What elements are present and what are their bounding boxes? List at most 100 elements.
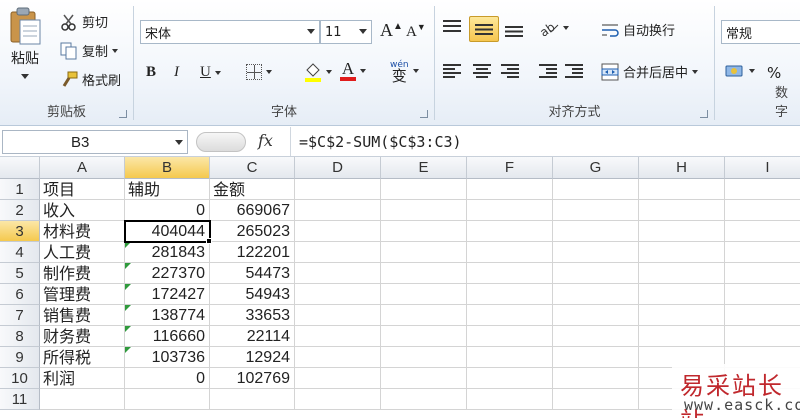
cell-f5[interactable] — [467, 263, 553, 284]
cell-b5[interactable]: 227370 — [125, 263, 210, 284]
cell-e6[interactable] — [381, 284, 467, 305]
dialog-launcher-icon[interactable] — [119, 110, 127, 118]
cell-c11[interactable] — [210, 389, 295, 410]
cell-b3[interactable]: 404044 — [125, 221, 210, 242]
insert-function-button[interactable]: fx — [258, 131, 273, 150]
cell-e9[interactable] — [381, 347, 467, 368]
cell-f4[interactable] — [467, 242, 553, 263]
cell-d1[interactable] — [295, 179, 381, 200]
cell-d8[interactable] — [295, 326, 381, 347]
cell-g9[interactable] — [553, 347, 639, 368]
cell-c10[interactable]: 102769 — [210, 368, 295, 389]
cell-a10[interactable]: 利润 — [40, 368, 125, 389]
cell-e10[interactable] — [381, 368, 467, 389]
cell-e4[interactable] — [381, 242, 467, 263]
merge-center-button[interactable]: 合并后居中 — [601, 62, 699, 81]
cell-g3[interactable] — [553, 221, 639, 242]
formula-input[interactable]: =$C$2-SUM($C$3:C3) — [290, 127, 800, 156]
fill-handle[interactable] — [206, 238, 212, 244]
borders-button[interactable] — [246, 64, 272, 80]
cell-d11[interactable] — [295, 389, 381, 410]
cell-d10[interactable] — [295, 368, 381, 389]
cell-c7[interactable]: 33653 — [210, 305, 295, 326]
cell-f3[interactable] — [467, 221, 553, 242]
align-top-button[interactable] — [443, 20, 461, 34]
cell-b2[interactable]: 0 — [125, 200, 210, 221]
shrink-font-button[interactable]: A▼ — [406, 22, 426, 41]
cell-e3[interactable] — [381, 221, 467, 242]
cell-d9[interactable] — [295, 347, 381, 368]
cell-f11[interactable] — [467, 389, 553, 410]
fill-color-button[interactable] — [304, 62, 332, 82]
number-format-select[interactable]: 常规 — [721, 20, 800, 44]
cell-b7[interactable]: 138774 — [125, 305, 210, 326]
row-header-7[interactable]: 7 — [0, 305, 40, 326]
column-header-f[interactable]: F — [467, 157, 553, 179]
row-header-6[interactable]: 6 — [0, 284, 40, 305]
cell-c6[interactable]: 54943 — [210, 284, 295, 305]
dialog-launcher-icon[interactable] — [420, 110, 428, 118]
cell-i4[interactable] — [725, 242, 800, 263]
cell-b10[interactable]: 0 — [125, 368, 210, 389]
cell-a9[interactable]: 所得税 — [40, 347, 125, 368]
column-header-a[interactable]: A — [40, 157, 125, 179]
cell-h3[interactable] — [639, 221, 725, 242]
cell-c3[interactable]: 265023 — [210, 221, 295, 242]
select-all-corner[interactable] — [0, 157, 40, 179]
cell-f2[interactable] — [467, 200, 553, 221]
cell-e7[interactable] — [381, 305, 467, 326]
column-header-i[interactable]: I — [725, 157, 800, 179]
cell-b6[interactable]: 172427 — [125, 284, 210, 305]
cell-g11[interactable] — [553, 389, 639, 410]
cell-d3[interactable] — [295, 221, 381, 242]
cell-h8[interactable] — [639, 326, 725, 347]
row-header-10[interactable]: 10 — [0, 368, 40, 389]
row-header-11[interactable]: 11 — [0, 389, 40, 410]
cell-c8[interactable]: 22114 — [210, 326, 295, 347]
cell-d7[interactable] — [295, 305, 381, 326]
decrease-indent-button[interactable] — [539, 64, 557, 78]
cell-i7[interactable] — [725, 305, 800, 326]
cell-f9[interactable] — [467, 347, 553, 368]
cell-a4[interactable]: 人工费 — [40, 242, 125, 263]
percent-style-button[interactable]: % — [767, 64, 781, 82]
cell-c1[interactable]: 金额 — [210, 179, 295, 200]
cell-g8[interactable] — [553, 326, 639, 347]
cell-a11[interactable] — [40, 389, 125, 410]
cell-f7[interactable] — [467, 305, 553, 326]
cell-g2[interactable] — [553, 200, 639, 221]
row-header-8[interactable]: 8 — [0, 326, 40, 347]
paste-button[interactable]: 粘贴 — [8, 6, 42, 79]
align-center-button[interactable] — [473, 64, 491, 78]
column-header-g[interactable]: G — [553, 157, 639, 179]
cell-i1[interactable] — [725, 179, 800, 200]
cell-c2[interactable]: 669067 — [210, 200, 295, 221]
cell-d5[interactable] — [295, 263, 381, 284]
row-header-9[interactable]: 9 — [0, 347, 40, 368]
align-left-button[interactable] — [443, 64, 461, 78]
cell-h4[interactable] — [639, 242, 725, 263]
font-size-select[interactable]: 11 — [320, 20, 372, 44]
align-right-button[interactable] — [501, 64, 519, 78]
font-color-button[interactable]: A — [340, 60, 366, 81]
cell-h5[interactable] — [639, 263, 725, 284]
cell-b9[interactable]: 103736 — [125, 347, 210, 368]
row-header-3[interactable]: 3 — [0, 221, 40, 242]
cell-i2[interactable] — [725, 200, 800, 221]
copy-button[interactable]: 复制 — [60, 41, 119, 60]
cell-g4[interactable] — [553, 242, 639, 263]
cell-h6[interactable] — [639, 284, 725, 305]
cell-d6[interactable] — [295, 284, 381, 305]
cell-h2[interactable] — [639, 200, 725, 221]
row-header-1[interactable]: 1 — [0, 179, 40, 200]
formula-bar-resize-handle[interactable] — [196, 132, 246, 152]
cell-d4[interactable] — [295, 242, 381, 263]
cell-e2[interactable] — [381, 200, 467, 221]
cell-c5[interactable]: 54473 — [210, 263, 295, 284]
italic-button[interactable]: I — [174, 64, 179, 81]
cell-g7[interactable] — [553, 305, 639, 326]
underline-button[interactable]: U — [200, 64, 221, 81]
cell-b8[interactable]: 116660 — [125, 326, 210, 347]
cell-h1[interactable] — [639, 179, 725, 200]
align-bottom-button[interactable] — [505, 26, 523, 37]
